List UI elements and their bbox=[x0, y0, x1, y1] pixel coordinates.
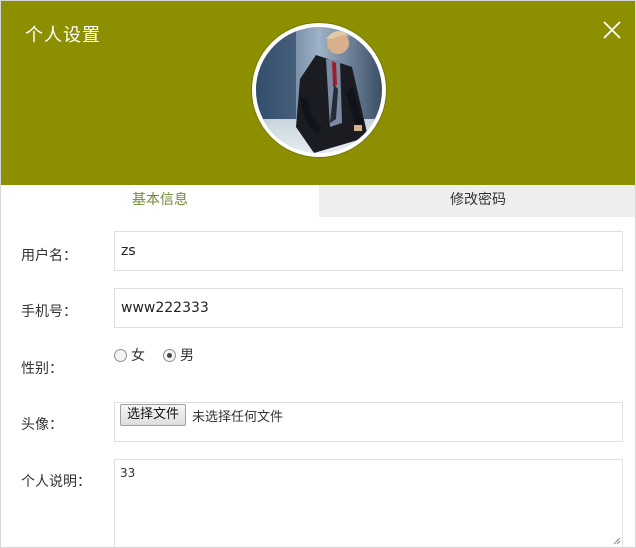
gender-label: 性别： bbox=[21, 361, 63, 377]
gender-female-label: 女 bbox=[131, 348, 145, 364]
avatar-file-input[interactable]: 选择文件 未选择任何文件 bbox=[114, 402, 623, 442]
tab-basic-info[interactable]: 基本信息 bbox=[1, 185, 319, 217]
radio-male[interactable] bbox=[163, 348, 176, 362]
avatar-upload-label: 头像： bbox=[21, 417, 63, 433]
tab-bar: 基本信息 修改密码 bbox=[1, 185, 635, 217]
resize-grip-icon[interactable] bbox=[613, 537, 621, 545]
avatar bbox=[252, 23, 386, 157]
tab-change-password[interactable]: 修改密码 bbox=[319, 185, 635, 217]
bio-textarea[interactable]: 33 bbox=[114, 459, 623, 547]
username-label: 用户名： bbox=[21, 248, 77, 264]
gender-radio-group: 女 男 bbox=[114, 345, 194, 365]
gender-option-male[interactable]: 男 bbox=[163, 345, 194, 365]
bio-label: 个人说明： bbox=[21, 474, 91, 490]
choose-file-button[interactable]: 选择文件 bbox=[120, 404, 187, 426]
profile-form: 用户名： 手机号： 性别： 女 男 头像： 选择文件 未选择任何文件 个人说明：… bbox=[1, 217, 635, 547]
file-status-text: 未选择任何文件 bbox=[192, 410, 284, 425]
username-input[interactable] bbox=[114, 231, 623, 271]
radio-female[interactable] bbox=[114, 348, 127, 362]
phone-label: 手机号： bbox=[21, 304, 77, 320]
close-icon[interactable] bbox=[601, 19, 623, 41]
settings-dialog: 个人设置 基本信息 修改密码 用户名： zs 手机号： www222333 性别… bbox=[0, 0, 636, 548]
avatar-image bbox=[256, 27, 382, 153]
profile-header: 个人设置 bbox=[1, 1, 635, 185]
dialog-title: 个人设置 bbox=[25, 25, 101, 46]
phone-input[interactable] bbox=[114, 288, 623, 328]
gender-male-label: 男 bbox=[180, 348, 194, 364]
gender-option-female[interactable]: 女 bbox=[114, 345, 145, 365]
